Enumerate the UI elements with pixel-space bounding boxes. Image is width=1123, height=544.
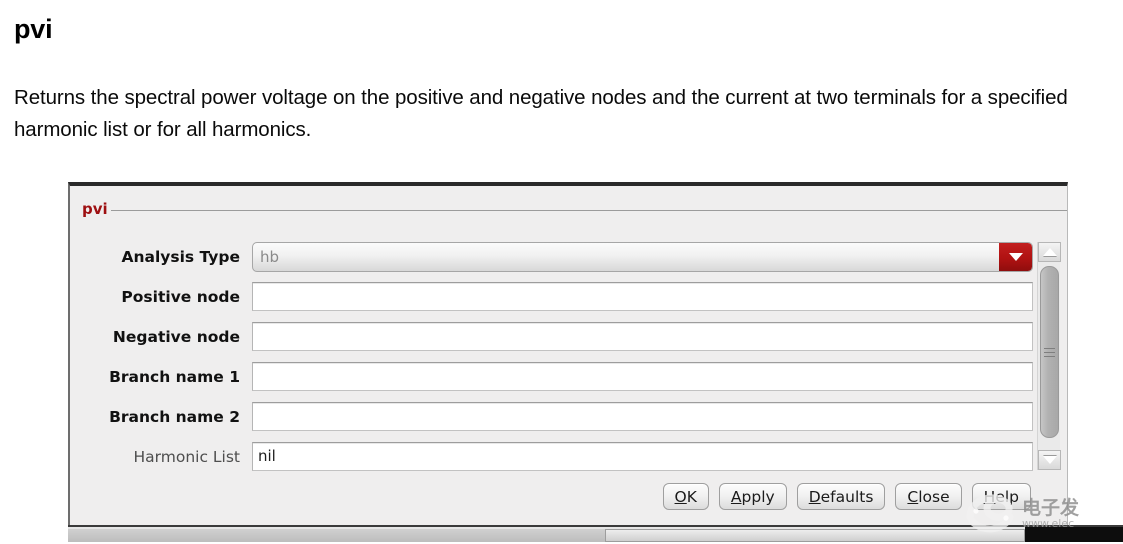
label-branch-name-1: Branch name 1 — [109, 368, 240, 386]
groupbox-title: pvi — [82, 199, 108, 218]
triangle-up-icon — [1042, 248, 1057, 256]
triangle-down-glyph — [1008, 253, 1023, 261]
page-title: pvi — [14, 14, 53, 44]
label-harmonic-list: Harmonic List — [133, 448, 240, 466]
defaults-button-mnemonic: D — [808, 487, 821, 506]
help-button-mnemonic: H — [983, 487, 996, 506]
scroll-down-button[interactable] — [1038, 450, 1061, 470]
help-button-rest: elp — [995, 487, 1019, 506]
ok-button-mnemonic: O — [674, 487, 687, 506]
label-positive-node: Positive node — [121, 288, 240, 306]
grip-lines-icon — [1044, 347, 1055, 357]
defaults-button-rest: efaults — [820, 487, 874, 506]
horizontal-scrollbar-thumb[interactable] — [605, 529, 1025, 542]
branch-name-2-input[interactable] — [252, 402, 1033, 431]
ok-button[interactable]: OK — [662, 483, 709, 510]
pvi-dialog: pvi Analysis Type hb Positive node Negat… — [68, 182, 1068, 542]
form-row-branch-name-2: Branch name 2 — [70, 402, 1067, 442]
page-description: Returns the spectral power voltage on th… — [14, 86, 1068, 141]
negative-node-input[interactable] — [252, 322, 1033, 351]
form-fields: Analysis Type hb Positive node Negative … — [70, 242, 1067, 482]
ok-button-rest: K — [686, 487, 697, 506]
analysis-type-value: hb — [260, 247, 280, 266]
chevron-down-icon[interactable] — [999, 243, 1032, 271]
horizontal-scrollbar[interactable] — [68, 525, 1123, 542]
label-negative-node: Negative node — [112, 328, 240, 346]
dialog-button-bar: OK Apply Defaults Close Help — [662, 483, 1031, 510]
groupbox-header: pvi — [82, 198, 1067, 220]
apply-button-mnemonic: A — [730, 487, 742, 506]
apply-button[interactable]: Apply — [718, 483, 787, 510]
horizontal-scrollbar-end — [1025, 527, 1123, 542]
label-branch-name-2: Branch name 2 — [109, 408, 240, 426]
form-row-negative-node: Negative node — [70, 322, 1067, 362]
form-row-analysis-type: Analysis Type hb — [70, 242, 1067, 282]
analysis-type-combobox[interactable]: hb — [252, 242, 1033, 272]
form-row-positive-node: Positive node — [70, 282, 1067, 322]
harmonic-list-value: nil — [258, 447, 276, 465]
apply-button-rest: pply — [741, 487, 775, 506]
form-row-branch-name-1: Branch name 1 — [70, 362, 1067, 402]
branch-name-1-input[interactable] — [252, 362, 1033, 391]
label-analysis-type: Analysis Type — [121, 248, 240, 266]
scroll-up-button[interactable] — [1038, 242, 1061, 262]
scrollbar-thumb[interactable] — [1040, 266, 1059, 438]
defaults-button[interactable]: Defaults — [796, 483, 886, 510]
close-button-rest: lose — [918, 487, 950, 506]
positive-node-input[interactable] — [252, 282, 1033, 311]
close-button-mnemonic: C — [907, 487, 919, 506]
help-button[interactable]: Help — [971, 483, 1031, 510]
harmonic-list-input[interactable]: nil — [252, 442, 1033, 471]
vertical-scrollbar[interactable] — [1037, 242, 1061, 470]
close-button[interactable]: Close — [895, 483, 962, 510]
triangle-down-icon — [1042, 456, 1057, 464]
form-row-harmonic-list: Harmonic List nil — [70, 442, 1067, 482]
groupbox-rule — [110, 209, 1067, 211]
